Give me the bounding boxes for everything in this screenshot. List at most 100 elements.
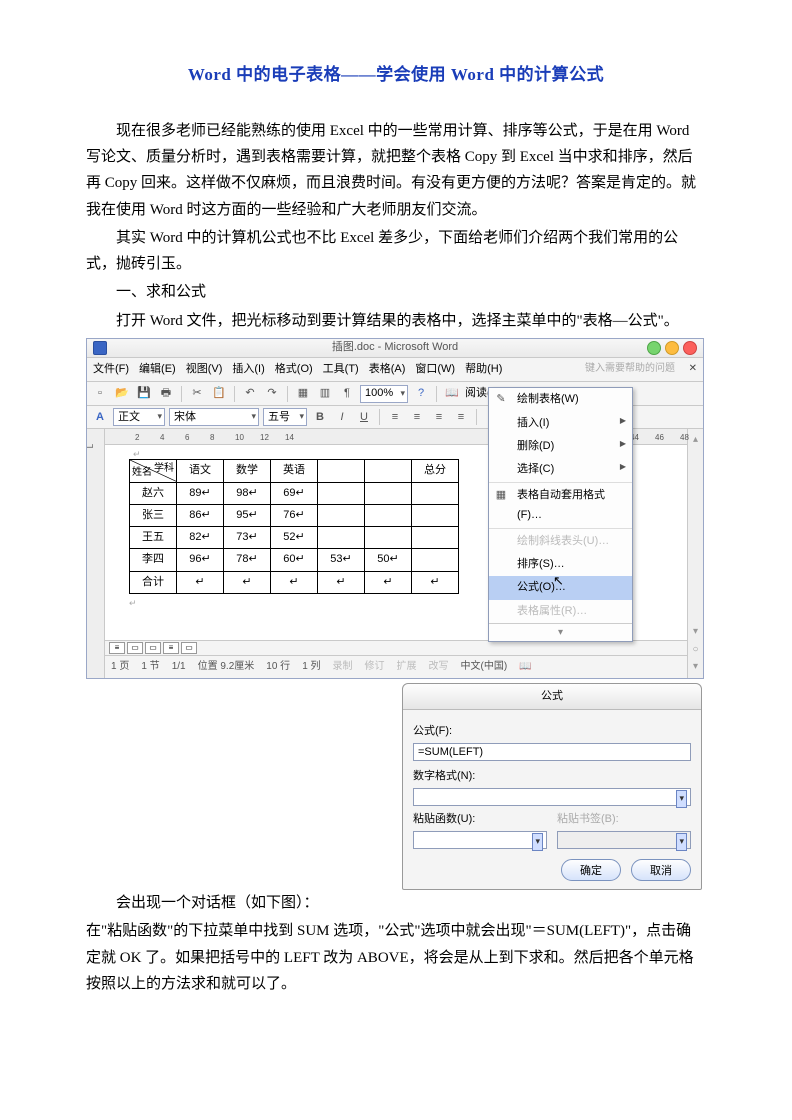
menu-expand[interactable]: ▾ xyxy=(489,623,632,642)
status-overwrite: 改写 xyxy=(429,658,449,676)
menu-item-delete[interactable]: 删除(D) xyxy=(489,435,632,458)
style-select[interactable]: 正文 xyxy=(113,408,165,426)
align-center-icon[interactable]: ≡ xyxy=(408,408,426,426)
align-left-icon[interactable]: ≡ xyxy=(386,408,404,426)
help-hint[interactable]: 键入需要帮助的问题 xyxy=(585,360,675,378)
paste-function-select[interactable] xyxy=(413,831,547,849)
status-bar: 1 页 1 节 1/1 位置 9.2厘米 10 行 1 列 录制 修订 扩展 改… xyxy=(105,655,687,678)
help-icon[interactable]: ? xyxy=(412,385,430,403)
vertical-ruler: L xyxy=(87,429,105,678)
ok-button[interactable]: 确定 xyxy=(561,859,621,881)
number-format-select[interactable] xyxy=(413,788,691,806)
doc-close-button[interactable]: ✕ xyxy=(689,360,697,378)
columns-icon[interactable]: ▥ xyxy=(316,385,334,403)
menu-item-insert[interactable]: 插入(I) xyxy=(489,412,632,435)
scroll-down-icon[interactable]: ▾ xyxy=(693,623,698,641)
bold-icon[interactable]: B xyxy=(311,408,329,426)
table-row[interactable]: 李四96↵78↵60↵53↵50↵ xyxy=(130,549,459,571)
print-view-button[interactable]: ▭ xyxy=(145,642,161,654)
menu-item-draw-table[interactable]: ✎绘制表格(W) xyxy=(489,388,632,411)
menu-help[interactable]: 帮助(H) xyxy=(465,360,502,379)
browse-object-icon[interactable]: ○ xyxy=(692,641,698,659)
document-area[interactable]: ↵ 学科 姓名 语文 数学 英语 总分 xyxy=(105,445,687,640)
zoom-select[interactable]: 100% xyxy=(360,385,408,403)
formula-input[interactable] xyxy=(413,743,691,761)
table-insert-icon[interactable]: ▦ xyxy=(294,385,312,403)
paragraph-3: 打开 Word 文件，把光标移动到要计算结果的表格中，选择主菜单中的"表格—公式… xyxy=(86,308,706,334)
pencil-icon: ✎ xyxy=(493,390,509,409)
menu-view[interactable]: 视图(V) xyxy=(186,360,223,379)
word-window-screenshot: 插图.doc - Microsoft Word 文件(F) 编辑(E) 视图(V… xyxy=(86,338,704,679)
table-header[interactable] xyxy=(318,460,365,482)
number-format-label: 数字格式(N): xyxy=(413,767,691,786)
table-row[interactable]: 张三86↵95↵76↵ xyxy=(130,504,459,526)
menu-file[interactable]: 文件(F) xyxy=(93,360,129,379)
page-title: Word 中的电子表格——学会使用 Word 中的计算公式 xyxy=(86,60,706,90)
paste-bookmark-select xyxy=(557,831,691,849)
cancel-button[interactable]: 取消 xyxy=(631,859,691,881)
cut-icon[interactable]: ✂ xyxy=(188,385,206,403)
paragraph-4: 在"粘贴函数"的下拉菜单中找到 SUM 选项，"公式"选项中就会出现"＝SUM(… xyxy=(86,918,706,997)
minimize-button[interactable] xyxy=(647,341,661,355)
read-view-button[interactable]: ▭ xyxy=(181,642,197,654)
table-header[interactable] xyxy=(365,460,412,482)
italic-icon[interactable]: I xyxy=(333,408,351,426)
data-table[interactable]: 学科 姓名 语文 数学 英语 总分 赵六89↵98↵69↵ 张三86↵95↵76… xyxy=(129,459,459,594)
menu-edit[interactable]: 编辑(E) xyxy=(139,360,176,379)
menu-window[interactable]: 窗口(W) xyxy=(415,360,455,379)
menu-item-autoformat[interactable]: ▦表格自动套用格式(F)… xyxy=(489,484,632,527)
formula-label: 公式(F): xyxy=(413,722,691,741)
print-icon[interactable]: 🖶 xyxy=(157,385,175,403)
show-marks-icon[interactable]: ¶ xyxy=(338,385,356,403)
table-corner-cell[interactable]: 学科 姓名 xyxy=(130,460,177,482)
open-icon[interactable]: 📂 xyxy=(113,385,131,403)
redo-icon[interactable]: ↷ xyxy=(263,385,281,403)
maximize-button[interactable] xyxy=(665,341,679,355)
menu-format[interactable]: 格式(O) xyxy=(275,360,313,379)
menu-insert[interactable]: 插入(I) xyxy=(232,360,264,379)
font-select[interactable]: 宋体 xyxy=(169,408,259,426)
cursor-icon: ↖ xyxy=(553,570,564,593)
new-doc-icon[interactable]: ▫ xyxy=(91,385,109,403)
paste-function-label: 粘贴函数(U): xyxy=(413,810,547,829)
status-pages: 1/1 xyxy=(172,658,186,676)
read-mode-icon[interactable]: 📖 xyxy=(443,385,461,403)
table-header[interactable]: 语文 xyxy=(177,460,224,482)
styles-icon[interactable]: A xyxy=(91,408,109,426)
status-column: 1 列 xyxy=(302,658,320,676)
next-page-icon[interactable]: ▾ xyxy=(693,658,698,676)
table-row[interactable]: 合计↵↵↵↵↵↵ xyxy=(130,571,459,593)
status-extend: 扩展 xyxy=(397,658,417,676)
table-menu-dropdown[interactable]: ✎绘制表格(W) 插入(I) 删除(D) 选择(C) ▦表格自动套用格式(F)…… xyxy=(488,387,633,642)
paste-icon[interactable]: 📋 xyxy=(210,385,228,403)
size-select[interactable]: 五号 xyxy=(263,408,307,426)
outline-view-button[interactable]: ≡ xyxy=(163,642,179,654)
undo-icon[interactable]: ↶ xyxy=(241,385,259,403)
menu-separator xyxy=(489,528,632,529)
table-header[interactable]: 英语 xyxy=(271,460,318,482)
formula-dialog: 公式 公式(F): 数字格式(N): 粘贴函数(U): 粘贴书签(B): 确定 … xyxy=(402,683,702,890)
status-line: 10 行 xyxy=(266,658,290,676)
save-icon[interactable]: 💾 xyxy=(135,385,153,403)
menu-item-select[interactable]: 选择(C) xyxy=(489,458,632,481)
table-header[interactable]: 数学 xyxy=(224,460,271,482)
align-right-icon[interactable]: ≡ xyxy=(430,408,448,426)
menu-table[interactable]: 表格(A) xyxy=(369,360,406,379)
scroll-up-icon[interactable]: ▴ xyxy=(693,431,698,449)
paste-bookmark-label: 粘贴书签(B): xyxy=(557,810,691,829)
table-header[interactable]: 总分 xyxy=(412,460,459,482)
align-justify-icon[interactable]: ≡ xyxy=(452,408,470,426)
status-section: 1 节 xyxy=(141,658,159,676)
paragraph-2: 其实 Word 中的计算机公式也不比 Excel 差多少，下面给老师们介绍两个我… xyxy=(86,225,706,278)
underline-icon[interactable]: U xyxy=(355,408,373,426)
normal-view-button[interactable]: ≡ xyxy=(109,642,125,654)
menu-tools[interactable]: 工具(T) xyxy=(323,360,359,379)
vertical-scrollbar[interactable]: ▴ ▾ ○ ▾ xyxy=(687,429,703,678)
titlebar: 插图.doc - Microsoft Word xyxy=(87,339,703,358)
menu-item-table-properties: 表格属性(R)… xyxy=(489,600,632,623)
table-row[interactable]: 王五82↵73↵52↵ xyxy=(130,527,459,549)
table-row[interactable]: 赵六89↵98↵69↵ xyxy=(130,482,459,504)
close-button[interactable] xyxy=(683,341,697,355)
menu-item-diagonal-header: 绘制斜线表头(U)… xyxy=(489,530,632,553)
web-view-button[interactable]: ▭ xyxy=(127,642,143,654)
